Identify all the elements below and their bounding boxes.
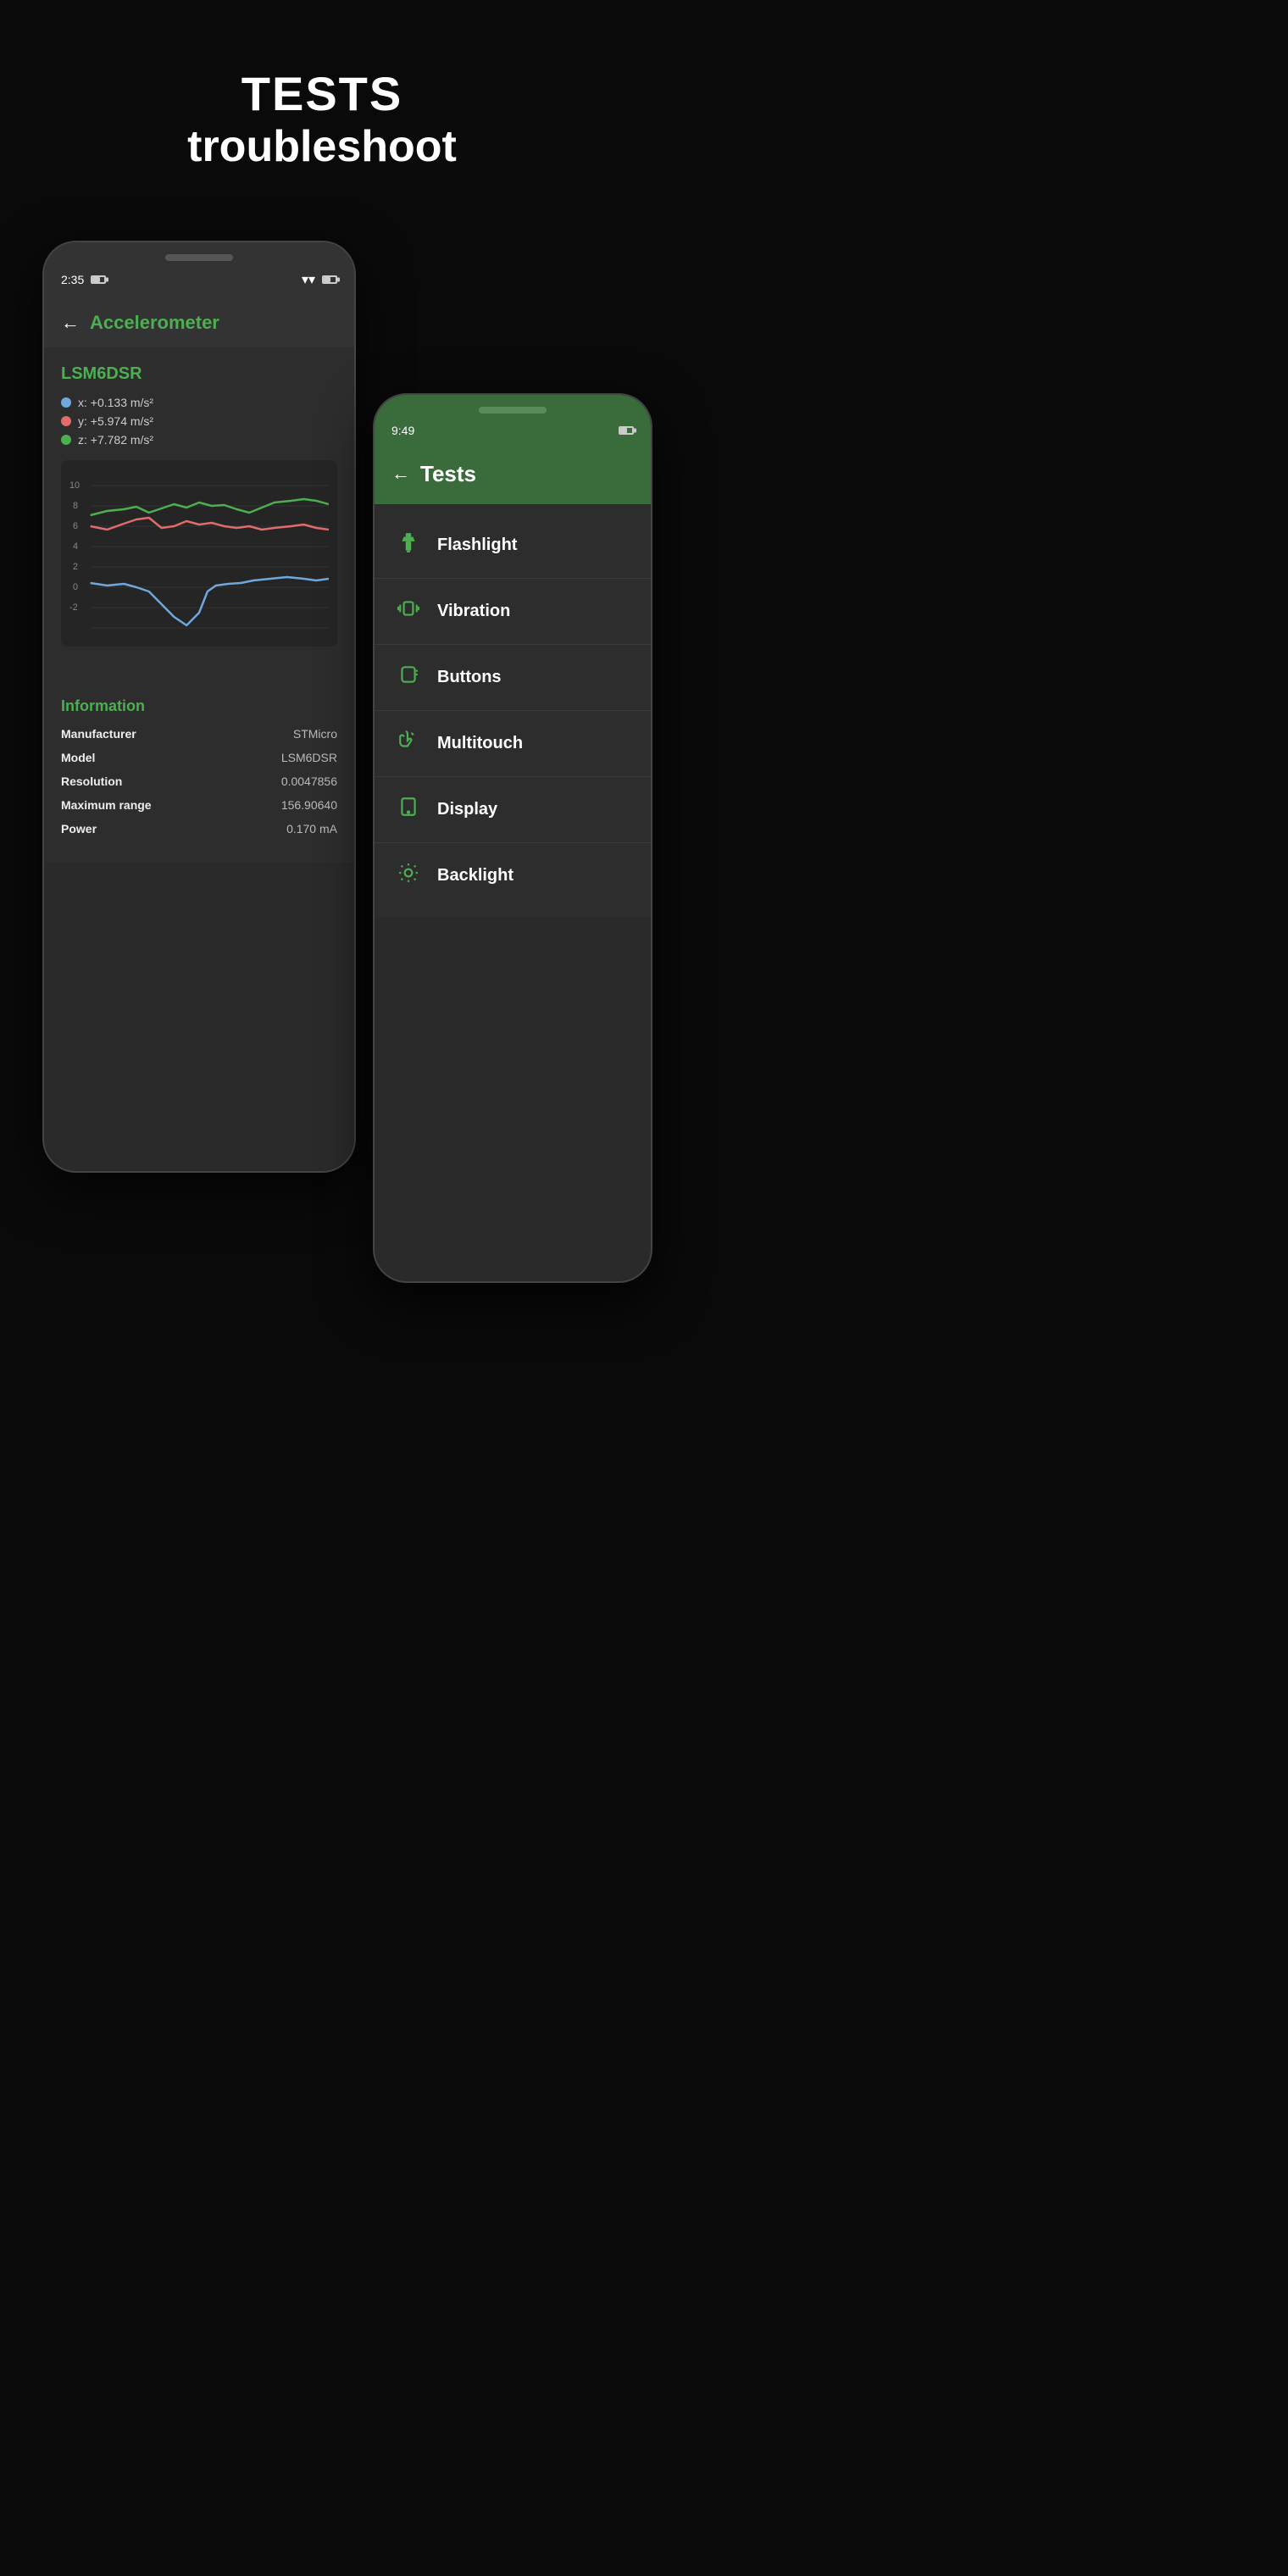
x-value: x: +0.133 m/s² bbox=[78, 396, 153, 409]
dot-y bbox=[61, 416, 71, 426]
info-row-label: Manufacturer bbox=[61, 727, 136, 741]
info-row-label: Power bbox=[61, 822, 97, 836]
info-row-value: 156.90640 bbox=[281, 798, 337, 812]
test-item-multitouch[interactable]: Multitouch bbox=[375, 711, 651, 777]
hero-section: TESTS troubleshoot bbox=[0, 0, 644, 207]
info-row: Manufacturer STMicro bbox=[61, 727, 337, 741]
dot-x bbox=[61, 397, 71, 408]
test-label-flashlight: Flashlight bbox=[437, 536, 517, 555]
battery-icon-left2 bbox=[322, 275, 337, 284]
legend-x: x: +0.133 m/s² bbox=[61, 396, 337, 409]
test-label-buttons: Buttons bbox=[437, 668, 502, 687]
info-row: Power 0.170 mA bbox=[61, 822, 337, 836]
dot-z bbox=[61, 435, 71, 445]
info-title: Information bbox=[61, 697, 337, 715]
hero-subtitle: troubleshoot bbox=[0, 120, 644, 173]
legend-z: z: +7.782 m/s² bbox=[61, 433, 337, 447]
test-item-backlight[interactable]: Backlight bbox=[375, 843, 651, 908]
sensor-legend: x: +0.133 m/s² y: +5.974 m/s² z: +7.782 … bbox=[61, 396, 337, 447]
svg-text:0: 0 bbox=[73, 582, 78, 592]
info-row: Resolution 0.0047856 bbox=[61, 774, 337, 788]
info-row-value: 0.170 mA bbox=[286, 822, 337, 836]
test-label-display: Display bbox=[437, 800, 497, 819]
chart-svg: 10 8 6 4 2 0 -2 bbox=[69, 469, 329, 638]
phone-notch-left bbox=[165, 254, 233, 261]
svg-text:2: 2 bbox=[73, 562, 78, 572]
status-bar-right: 9:49 bbox=[375, 414, 651, 447]
info-row-label: Maximum range bbox=[61, 798, 152, 812]
test-label-multitouch: Multitouch bbox=[437, 734, 523, 753]
test-item-vibration[interactable]: Vibration bbox=[375, 579, 651, 645]
header-left: ← Accelerometer bbox=[44, 298, 354, 347]
svg-text:10: 10 bbox=[69, 480, 80, 491]
y-value: y: +5.974 m/s² bbox=[78, 414, 153, 428]
wifi-icon-left: ▾▾ bbox=[302, 271, 315, 288]
info-row-label: Resolution bbox=[61, 774, 122, 788]
display-icon bbox=[395, 796, 422, 824]
back-arrow-left[interactable]: ← bbox=[61, 312, 80, 334]
svg-text:8: 8 bbox=[73, 501, 78, 511]
test-item-display[interactable]: Display bbox=[375, 777, 651, 843]
svg-text:6: 6 bbox=[73, 521, 78, 531]
info-row-label: Model bbox=[61, 751, 95, 764]
test-label-vibration: Vibration bbox=[437, 602, 510, 621]
info-row: Model LSM6DSR bbox=[61, 751, 337, 764]
header-right: ← Tests bbox=[375, 447, 651, 504]
backlight-icon bbox=[395, 862, 422, 890]
time-right: 9:49 bbox=[391, 424, 414, 437]
phone-notch-right bbox=[479, 407, 547, 414]
tests-title: Tests bbox=[420, 461, 476, 487]
flashlight-icon bbox=[395, 531, 422, 559]
info-rows: Manufacturer STMicro Model LSM6DSR Resol… bbox=[61, 727, 337, 836]
info-section: Information Manufacturer STMicro Model L… bbox=[44, 680, 354, 863]
info-row-value: LSM6DSR bbox=[281, 751, 337, 764]
z-value: z: +7.782 m/s² bbox=[78, 433, 153, 447]
hero-title: TESTS bbox=[0, 68, 644, 120]
multitouch-icon bbox=[395, 730, 422, 758]
svg-text:4: 4 bbox=[73, 541, 78, 552]
test-item-flashlight[interactable]: Flashlight bbox=[375, 513, 651, 579]
test-label-backlight: Backlight bbox=[437, 866, 514, 886]
buttons-icon bbox=[395, 663, 422, 691]
legend-y: y: +5.974 m/s² bbox=[61, 414, 337, 428]
battery-icon-right bbox=[619, 426, 634, 435]
vibration-icon bbox=[395, 597, 422, 625]
status-bar-left: 2:35 ▾▾ bbox=[44, 261, 354, 298]
phone-right: 9:49 ← Tests Flashlight Vibration Button… bbox=[373, 393, 652, 1283]
accel-content: LSM6DSR x: +0.133 m/s² y: +5.974 m/s² z:… bbox=[44, 347, 354, 680]
tests-list: Flashlight Vibration Buttons Multitouch … bbox=[375, 504, 651, 917]
battery-icon-left bbox=[91, 275, 106, 284]
info-row-value: STMicro bbox=[293, 727, 337, 741]
back-arrow-right[interactable]: ← bbox=[391, 463, 410, 485]
test-item-buttons[interactable]: Buttons bbox=[375, 645, 651, 711]
svg-text:-2: -2 bbox=[69, 602, 78, 613]
info-row: Maximum range 156.90640 bbox=[61, 798, 337, 812]
phone-left: 2:35 ▾▾ ← Accelerometer LSM6DSR x: +0.13… bbox=[42, 241, 356, 1173]
accel-title: Accelerometer bbox=[90, 312, 219, 334]
accel-chart: 10 8 6 4 2 0 -2 bbox=[61, 460, 337, 647]
info-row-value: 0.0047856 bbox=[281, 774, 337, 788]
phones-area: 2:35 ▾▾ ← Accelerometer LSM6DSR x: +0.13… bbox=[0, 224, 644, 1241]
sensor-name: LSM6DSR bbox=[61, 364, 337, 384]
time-left: 2:35 bbox=[61, 273, 84, 286]
